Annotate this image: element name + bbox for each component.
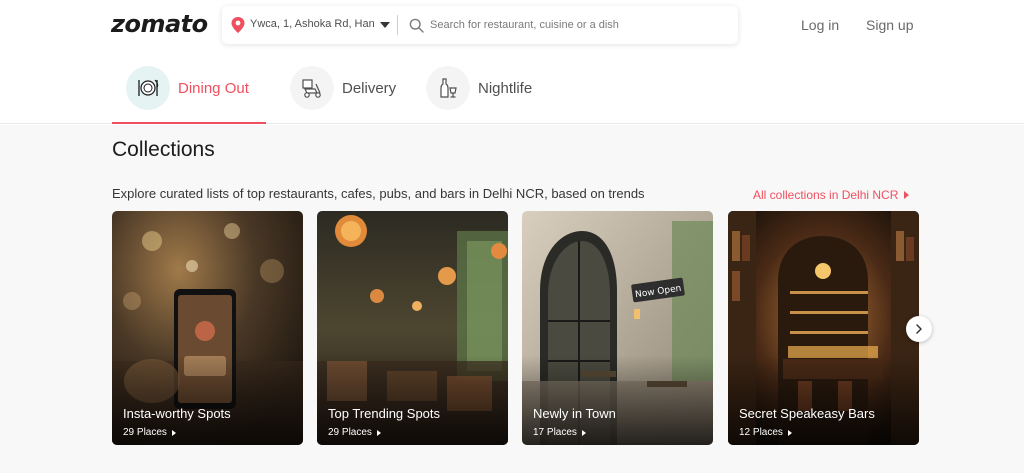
search-input[interactable] — [430, 14, 720, 36]
nightlife-icon-circle — [426, 66, 470, 110]
card-places: 29 Places — [328, 427, 381, 438]
tab-delivery[interactable]: Delivery — [290, 66, 396, 110]
search-divider — [397, 15, 398, 35]
search-bar: Ywca, 1, Ashoka Rd, Hanuman Road Area — [222, 6, 738, 44]
dining-out-icon — [138, 79, 159, 96]
card-title: Secret Speakeasy Bars — [739, 406, 875, 421]
collection-card-top-trending[interactable]: Top Trending Spots 29 Places — [317, 211, 508, 445]
nightlife-icon — [440, 78, 457, 98]
card-places: 12 Places — [739, 427, 792, 438]
location-dropdown-caret-icon[interactable] — [380, 22, 390, 28]
dining-out-icon-circle — [126, 66, 170, 110]
all-collections-label: All collections in Delhi NCR — [753, 188, 899, 202]
category-tabs: Dining Out Delivery Nightlife — [0, 52, 1024, 124]
chevron-right-icon — [916, 324, 922, 334]
login-link[interactable]: Log in — [801, 17, 839, 33]
card-title: Newly in Town — [533, 406, 616, 421]
card-places-count: 29 Places — [123, 427, 167, 438]
card-places: 17 Places — [533, 427, 586, 438]
chevron-right-icon — [581, 429, 586, 436]
chevron-right-icon — [787, 429, 792, 436]
collection-card-newly-in-town[interactable]: Now Open Newly in Town 17 Places — [522, 211, 713, 445]
collections-section: Collections Explore curated lists of top… — [0, 125, 1024, 473]
signup-link[interactable]: Sign up — [866, 17, 913, 33]
zomato-logo[interactable]: zomato — [111, 10, 208, 38]
delivery-icon-circle — [290, 66, 334, 110]
active-tab-underline — [112, 122, 266, 124]
location-pin-icon — [231, 17, 245, 33]
card-places: 29 Places — [123, 427, 176, 438]
location-text[interactable]: Ywca, 1, Ashoka Rd, Hanuman Road Area — [250, 18, 374, 30]
card-title: Insta-worthy Spots — [123, 406, 231, 421]
collections-description: Explore curated lists of top restaurants… — [112, 186, 645, 201]
top-header: zomato Ywca, 1, Ashoka Rd, Hanuman Road … — [0, 0, 1024, 52]
all-collections-link[interactable]: All collections in Delhi NCR — [753, 188, 910, 202]
tab-label: Delivery — [342, 79, 397, 97]
collection-card-insta-worthy[interactable]: Insta-worthy Spots 29 Places — [112, 211, 303, 445]
tab-label: Dining Out — [178, 79, 249, 97]
chevron-right-icon — [376, 429, 381, 436]
tab-label: Nightlife — [478, 79, 533, 97]
card-places-count: 12 Places — [739, 427, 783, 438]
delivery-icon — [302, 79, 321, 98]
collection-card-speakeasy-bars[interactable]: Secret Speakeasy Bars 12 Places — [728, 211, 919, 445]
tab-dining-out[interactable]: Dining Out — [126, 66, 249, 110]
card-places-count: 17 Places — [533, 427, 577, 438]
collections-title: Collections — [112, 138, 215, 161]
chevron-right-icon — [904, 191, 910, 199]
card-places-count: 29 Places — [328, 427, 372, 438]
chevron-right-icon — [171, 429, 176, 436]
search-icon — [409, 18, 424, 33]
tab-nightlife[interactable]: Nightlife — [426, 66, 532, 110]
card-title: Top Trending Spots — [328, 406, 441, 421]
carousel-next-button[interactable] — [906, 316, 932, 342]
